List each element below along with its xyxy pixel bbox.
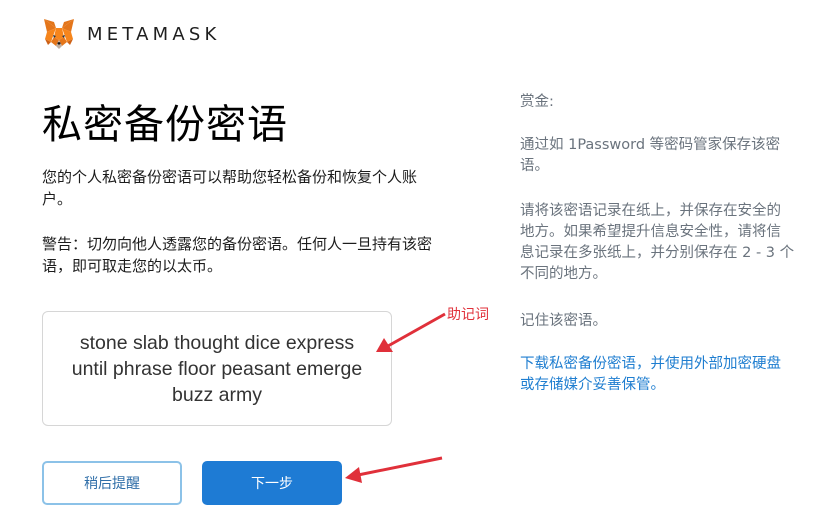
next-button[interactable]: 下一步 xyxy=(202,461,342,505)
page-title: 私密备份密语 xyxy=(42,102,288,148)
annotation-arrow-next xyxy=(345,456,443,483)
sidebar-title: 赏金: xyxy=(520,94,554,110)
warning-text: 警告：切勿向他人透露您的备份密语。任何人一旦持有该密语，即可取走您的以太币。 xyxy=(42,235,433,275)
description-text: 您的个人私密备份密语可以帮助您轻松备份和恢复个人账户。 xyxy=(42,168,418,208)
sidebar-tip-paper: 请将该密语记录在纸上，并保存在安全的地方。如果希望提升信息安全性，请将信息记录在… xyxy=(520,203,795,282)
remind-later-button[interactable]: 稍后提醒 xyxy=(42,461,182,505)
sidebar-tip-memorize: 记住该密语。 xyxy=(520,313,607,329)
annotation-label: 助记词 xyxy=(447,307,489,323)
seed-phrase-text: stone slab thought dice express until ph… xyxy=(71,331,363,406)
metamask-fox-icon xyxy=(44,19,74,49)
sidebar-tip-password-manager: 通过如 1Password 等密码管家保存该密语。 xyxy=(520,137,781,174)
seed-phrase-box[interactable]: stone slab thought dice express until ph… xyxy=(42,311,392,426)
download-phrase-link[interactable]: 下载私密备份密语，并使用外部加密硬盘或存储媒介妥善保管。 xyxy=(520,354,795,396)
header: METAMASK xyxy=(42,17,221,51)
brand-name: METAMASK xyxy=(87,23,221,45)
